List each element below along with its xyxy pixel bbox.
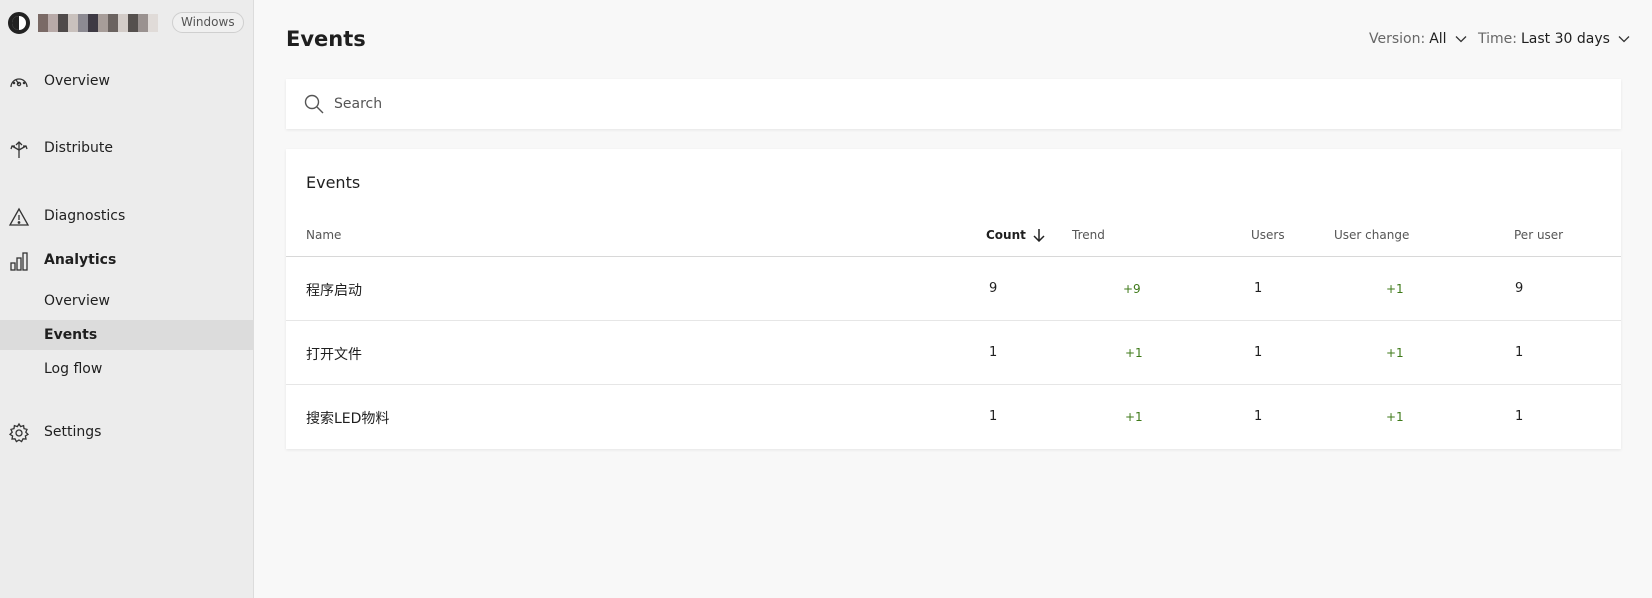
- platform-badge: Windows: [172, 12, 244, 33]
- chevron-down-icon: [1455, 36, 1467, 43]
- event-trend: +1: [1125, 410, 1143, 424]
- sidebar-subitem-events[interactable]: Events: [0, 320, 254, 350]
- event-count: 1: [989, 409, 998, 424]
- obscured-pixel: [38, 14, 48, 32]
- table-row[interactable]: 搜索LED物料 1 +1 1 +1 1: [286, 385, 1621, 449]
- event-users: 1: [1254, 409, 1263, 424]
- gauge-icon: [8, 71, 30, 93]
- column-header-count-label: Count: [986, 228, 1026, 242]
- column-header-trend[interactable]: Trend: [1072, 228, 1105, 242]
- event-per-user: 9: [1515, 281, 1524, 296]
- sidebar-item-label: Diagnostics: [44, 208, 126, 224]
- distribute-icon: [8, 138, 30, 160]
- obscured-pixel: [118, 14, 128, 32]
- app-header[interactable]: Windows: [0, 8, 254, 38]
- event-trend: +9: [1123, 282, 1141, 296]
- event-users: 1: [1254, 345, 1263, 360]
- table-row[interactable]: 程序启动 9 +9 1 +1 9: [286, 257, 1621, 321]
- app-logo-icon: [8, 12, 30, 34]
- search-icon: [304, 94, 324, 114]
- search-input[interactable]: [334, 91, 1594, 117]
- event-trend: +1: [1125, 346, 1143, 360]
- chevron-down-icon: [1618, 36, 1630, 43]
- column-header-per-user[interactable]: Per user: [1514, 228, 1563, 242]
- obscured-pixel: [138, 14, 148, 32]
- sidebar-item-settings[interactable]: Settings: [0, 415, 254, 449]
- sidebar-subitem-label: Events: [44, 327, 98, 343]
- version-filter-value: All: [1429, 31, 1447, 47]
- obscured-pixel: [68, 14, 78, 32]
- search-box[interactable]: [286, 79, 1621, 129]
- sidebar-item-label: Overview: [44, 73, 110, 89]
- event-name: 搜索LED物料: [306, 411, 390, 427]
- gear-icon: [8, 422, 30, 444]
- bar-chart-icon: [8, 250, 30, 272]
- sidebar-subitem-log-flow[interactable]: Log flow: [0, 354, 254, 384]
- obscured-pixel: [58, 14, 68, 32]
- time-filter-value: Last 30 days: [1520, 31, 1610, 47]
- time-filter-dropdown[interactable]: Time: Last 30 days: [1478, 31, 1630, 47]
- event-per-user: 1: [1515, 409, 1524, 424]
- obscured-pixel: [78, 14, 88, 32]
- event-count: 1: [989, 345, 998, 360]
- sidebar-item-diagnostics[interactable]: Diagnostics: [0, 199, 254, 233]
- time-filter-label: Time:: [1478, 31, 1517, 47]
- event-user-change: +1: [1386, 410, 1404, 424]
- column-header-name[interactable]: Name: [306, 228, 341, 242]
- event-per-user: 1: [1515, 345, 1524, 360]
- sidebar-item-distribute[interactable]: Distribute: [0, 131, 254, 165]
- column-header-count[interactable]: Count: [986, 228, 1046, 242]
- obscured-pixel: [48, 14, 58, 32]
- table-row[interactable]: 打开文件 1 +1 1 +1 1: [286, 321, 1621, 385]
- sidebar-item-label: Settings: [44, 424, 102, 440]
- obscured-pixel: [98, 14, 108, 32]
- version-filter-label: Version:: [1369, 31, 1426, 47]
- sidebar: Windows Overview Distribute Diagnostics …: [0, 0, 254, 598]
- sort-descending-icon: [1033, 229, 1045, 242]
- obscured-pixel: [88, 14, 98, 32]
- event-user-change: +1: [1386, 282, 1404, 296]
- sidebar-item-analytics[interactable]: Analytics: [0, 243, 254, 277]
- column-header-users[interactable]: Users: [1251, 228, 1285, 242]
- column-header-user-change[interactable]: User change: [1334, 228, 1409, 242]
- sidebar-subitem-label: Overview: [44, 293, 110, 309]
- event-count: 9: [989, 281, 998, 296]
- event-name: 程序启动: [306, 283, 362, 299]
- sidebar-item-label: Analytics: [44, 252, 117, 268]
- version-filter-dropdown[interactable]: Version: All: [1369, 31, 1467, 47]
- event-user-change: +1: [1386, 346, 1404, 360]
- event-users: 1: [1254, 281, 1263, 296]
- obscured-pixel: [108, 14, 118, 32]
- obscured-pixel: [128, 14, 138, 32]
- sidebar-item-label: Distribute: [44, 140, 113, 156]
- events-table-card: Events Name Count Trend Users User chang…: [286, 149, 1621, 449]
- sidebar-subitem-label: Log flow: [44, 361, 103, 377]
- obscured-pixel: [148, 14, 158, 32]
- table-title: Events: [306, 173, 361, 192]
- event-name: 打开文件: [306, 347, 362, 363]
- sidebar-subitem-overview[interactable]: Overview: [0, 286, 254, 316]
- obscured-app-name: [38, 14, 158, 32]
- sidebar-item-overview[interactable]: Overview: [0, 64, 254, 98]
- warning-icon: [8, 206, 30, 228]
- page-title: Events: [286, 27, 366, 51]
